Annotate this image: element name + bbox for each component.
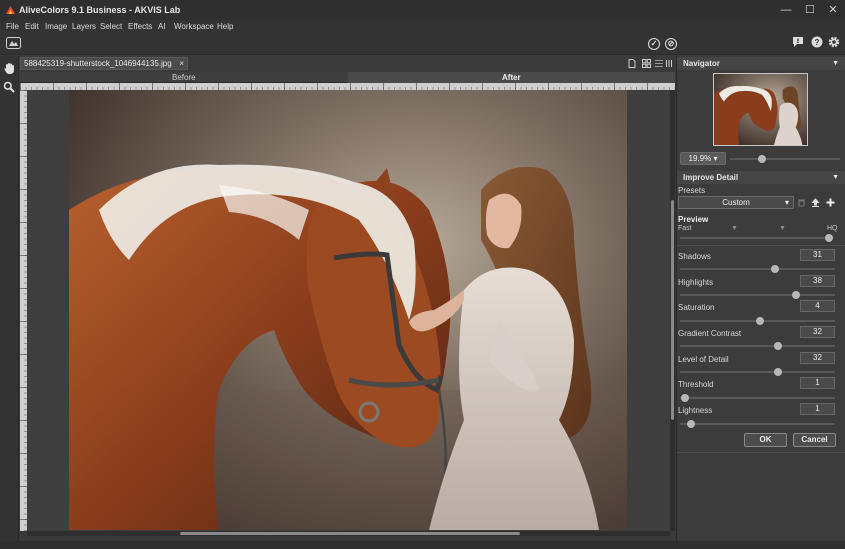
- divider: [677, 245, 845, 246]
- presets-value: Custom: [722, 198, 750, 207]
- hand-tool-icon[interactable]: [3, 62, 16, 75]
- shadows-value[interactable]: 31: [800, 249, 835, 261]
- before-tab[interactable]: Before: [172, 72, 196, 83]
- shadows-label: Shadows: [678, 252, 711, 261]
- gear-icon[interactable]: [828, 36, 840, 48]
- minimize-icon: —: [780, 4, 792, 16]
- status-bar: [0, 541, 845, 549]
- toolbar: [0, 33, 845, 55]
- menu-workspace[interactable]: Workspace: [174, 22, 214, 31]
- grid-view-icon[interactable]: [642, 59, 651, 68]
- menu-file[interactable]: File: [6, 22, 19, 31]
- tool-strip: [0, 56, 19, 541]
- menu-select[interactable]: Select: [100, 22, 122, 31]
- preview-fast-label: Fast: [678, 225, 692, 232]
- add-preset-icon[interactable]: [826, 198, 835, 207]
- zoom-tool-icon[interactable]: [3, 81, 15, 93]
- navigator-thumbnail[interactable]: [713, 73, 808, 146]
- highlights-slider[interactable]: [680, 294, 835, 296]
- menu-ai[interactable]: AI: [158, 22, 166, 31]
- gradient-contrast-value[interactable]: 32: [800, 326, 835, 338]
- cancel-effect-button[interactable]: ⊘: [665, 38, 677, 50]
- level-of-detail-value[interactable]: 32: [800, 352, 835, 364]
- ruler-horizontal: [20, 83, 675, 90]
- document-icon[interactable]: [628, 59, 636, 68]
- close-icon: ✕: [828, 4, 838, 16]
- ruler-vertical: [20, 90, 27, 531]
- close-button[interactable]: ✕: [821, 2, 845, 18]
- level-of-detail-label: Level of Detail: [678, 355, 729, 364]
- presets-dropdown[interactable]: Custom ▾: [678, 196, 794, 209]
- menu-layers[interactable]: Layers: [72, 22, 96, 31]
- chevron-down-icon[interactable]: ▼: [832, 171, 839, 184]
- after-tab-label: After: [502, 73, 521, 82]
- zoom-value: 19.9%: [688, 154, 712, 163]
- tab-close-icon[interactable]: ×: [179, 58, 184, 69]
- menu-effects[interactable]: Effects: [128, 22, 152, 31]
- menu-image[interactable]: Image: [45, 22, 67, 31]
- shadows-slider[interactable]: [680, 268, 835, 270]
- lightness-label: Lightness: [678, 406, 713, 415]
- highlights-slider-knob[interactable]: [791, 291, 800, 299]
- level-of-detail-slider[interactable]: [680, 371, 835, 373]
- zoom-level-select[interactable]: 19.9% ▾: [680, 152, 726, 165]
- highlights-value[interactable]: 38: [800, 275, 835, 287]
- apply-button[interactable]: ✓: [648, 38, 660, 50]
- list-view-icon[interactable]: [655, 59, 663, 68]
- vertical-scroll-thumb[interactable]: [671, 200, 674, 420]
- document-tab-label: 588425319-shutterstock_1046944135.jpg: [24, 59, 172, 68]
- preview-quality-knob[interactable]: [825, 234, 833, 242]
- window-title: AliveColors 9.1 Business - AKVIS Lab: [19, 5, 181, 15]
- chevron-down-icon[interactable]: ▼: [832, 57, 839, 70]
- navigator-header[interactable]: Navigator ▼: [677, 57, 845, 70]
- preview-quality-slider[interactable]: [680, 237, 833, 239]
- app-logo-icon: [6, 6, 15, 14]
- saturation-value[interactable]: 4: [800, 300, 835, 312]
- horizontal-scroll-thumb[interactable]: [180, 532, 520, 535]
- effect-panel-header[interactable]: Improve Detail ▼: [677, 171, 845, 184]
- help-icon[interactable]: ?: [811, 36, 823, 48]
- cancel-button[interactable]: Cancel: [793, 433, 836, 447]
- zoom-slider[interactable]: [730, 158, 840, 160]
- tick-marker: ▼: [779, 225, 786, 232]
- threshold-label: Threshold: [678, 380, 714, 389]
- menu-edit[interactable]: Edit: [25, 22, 39, 31]
- saturation-label: Saturation: [678, 303, 715, 312]
- maximize-button[interactable]: ☐: [798, 2, 822, 18]
- feedback-icon[interactable]: [792, 36, 804, 48]
- gradient-contrast-label: Gradient Contrast: [678, 329, 742, 338]
- workspace-icon[interactable]: [6, 37, 21, 49]
- zoom-slider-knob[interactable]: [757, 155, 766, 163]
- preview-hq-label: HQ: [827, 225, 838, 232]
- document-tab[interactable]: 588425319-shutterstock_1046944135.jpg ×: [20, 57, 188, 70]
- gradient-contrast-slider[interactable]: [680, 345, 835, 347]
- upload-preset-icon[interactable]: [811, 198, 820, 207]
- chevron-down-icon: ▾: [784, 198, 789, 207]
- threshold-value[interactable]: 1: [800, 377, 835, 389]
- expand-icon[interactable]: [666, 59, 673, 68]
- threshold-slider[interactable]: [680, 397, 835, 399]
- menu-bar: [0, 20, 845, 33]
- preview-label: Preview: [678, 215, 709, 224]
- minimize-button[interactable]: —: [774, 2, 798, 18]
- menu-help[interactable]: Help: [217, 22, 233, 31]
- tick-marker: ▼: [731, 225, 738, 232]
- ok-button[interactable]: OK: [744, 433, 787, 447]
- lightness-slider[interactable]: [680, 423, 835, 425]
- svg-text:?: ?: [815, 38, 820, 47]
- lightness-value[interactable]: 1: [800, 403, 835, 415]
- navigator-title: Navigator: [683, 59, 720, 68]
- maximize-icon: ☐: [805, 4, 815, 16]
- divider: [677, 452, 845, 453]
- delete-preset-icon[interactable]: [797, 198, 806, 207]
- effect-panel-title: Improve Detail: [683, 173, 739, 182]
- photo-canvas[interactable]: [69, 90, 627, 530]
- highlights-label: Highlights: [678, 278, 714, 287]
- presets-label: Presets: [678, 186, 706, 195]
